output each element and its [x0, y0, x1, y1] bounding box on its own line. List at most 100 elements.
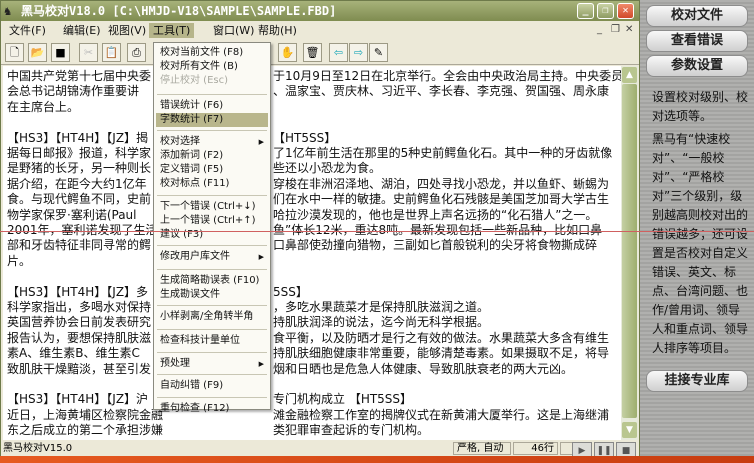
vertical-scrollbar[interactable]: ▲ ▼: [621, 66, 638, 440]
menu-tools[interactable]: 工具(T): [149, 23, 195, 38]
scroll-down-icon[interactable]: ▼: [622, 422, 637, 438]
menu-separator: [157, 94, 267, 95]
scroll-thumb[interactable]: [622, 84, 637, 418]
menu-item[interactable]: 校对选择 ▶: [156, 135, 268, 149]
cut-icon[interactable]: ✂: [79, 43, 98, 62]
menu-item-label: 重句检查 (F12): [160, 403, 230, 414]
print-icon[interactable]: ⎙: [127, 43, 146, 62]
document-line: 【HS3】【HT4H】【JZ】揭 【HT5SS】: [7, 131, 336, 146]
menu-item-label: 错误统计 (F6): [160, 100, 224, 111]
document-line: 东之后成立的第二个承担涉嫌 类犯罪审查起诉的专门机构。: [7, 423, 429, 438]
menu-file[interactable]: 文件(F): [5, 23, 50, 38]
menu-item[interactable]: 校对当前文件 (F8): [156, 46, 268, 60]
line-text-left: 东之后成立的第二个承担涉嫌: [7, 423, 164, 438]
document-line: 会总书记胡锦涛作重要讲 、温家宝、贾庆林、习近平、李长春、李克强、贺国强、周永康: [7, 84, 609, 99]
document-line: 素A、维生素B、维生素C 持肌肤细胞健康非常重要，能够清楚毒素。如果摄取不足，将导: [7, 346, 609, 361]
menu-item-label: 下一个错误 (Ctrl+↓): [160, 201, 256, 212]
menu-item[interactable]: 生成勘误文件: [156, 288, 268, 302]
arrow-right-icon[interactable]: ⇨: [349, 43, 368, 62]
menu-help[interactable]: 帮助(H): [254, 23, 301, 38]
view-errors-button[interactable]: 查看错误: [646, 30, 748, 52]
mdi-restore-icon[interactable]: ❐: [611, 24, 620, 35]
line-text-right: 口鼻部使劲撞向猎物，三副如匕首般锐利的尖牙将食物撕成碎: [273, 238, 598, 253]
menu-item[interactable]: 小样剥离/全角转半角: [156, 310, 268, 324]
line-text-left: 部和牙齿特征非同寻常的鳄: [7, 238, 152, 253]
document-line: 【HS3】【HT4H】【JZ】沪 专门机构成立 【HT5SS】: [7, 392, 412, 407]
menu-item-label: 自动纠错 (F9): [160, 380, 224, 391]
paste-icon[interactable]: 📋: [102, 43, 121, 62]
line-text-right: 食平衡，以及防晒才是行之有效的做法。水果蔬菜大多含有维生: [273, 330, 610, 345]
menu-item-label: 校对标点 (F11): [160, 178, 230, 189]
window-title: 黑马校对V18.0 [C:\HMJD-V18\SAMPLE\SAMPLE.FBD…: [21, 4, 337, 18]
line-text-left: 中国共产党第十七届中央委: [7, 69, 152, 83]
document-line: 科学家指出，多喝水对保持 ，多吃水果蔬菜才是保持肌肤滋润之道。: [7, 300, 489, 315]
menu-item[interactable]: 停止校对 (Esc): [156, 74, 268, 88]
proofread-file-button[interactable]: 校对文件: [646, 5, 748, 27]
menu-bar: 文件(F) 编辑(E) 视图(V) 工具(T) 窗口(W) 帮助(H) _ ❐ …: [1, 21, 639, 39]
mdi-close-icon[interactable]: ✕: [625, 24, 633, 35]
submenu-arrow-icon: ▶: [258, 138, 264, 146]
scroll-up-icon[interactable]: ▲: [622, 67, 637, 83]
menu-item-label: 字数统计 (F7): [160, 114, 224, 125]
hand-icon[interactable]: ✋: [278, 43, 297, 62]
save-icon[interactable]: ■: [51, 43, 70, 62]
restore-button[interactable]: ❐: [597, 3, 614, 19]
minimize-button[interactable]: _: [577, 3, 594, 19]
mdi-minimize-icon[interactable]: _: [597, 24, 602, 35]
help-panel: 校对文件 查看错误 参数设置 设置校对级别、校对选项等。 黑马有“快速校对”、“…: [640, 0, 754, 456]
menu-item[interactable]: 字数统计 (F7): [156, 113, 268, 127]
line-text-right: 持肌肤润泽的说法，迄今尚无科学根据。: [273, 315, 490, 330]
line-text-left: 在主席台上。: [7, 99, 80, 114]
attach-library-button[interactable]: 挂接专业库: [646, 370, 748, 392]
menu-item[interactable]: 修改用户库文件 ▶: [156, 250, 268, 264]
menu-item[interactable]: 检查科技计量单位: [156, 334, 268, 348]
submenu-arrow-icon: ▶: [258, 253, 264, 261]
menu-item[interactable]: 自动纠错 (F9): [156, 379, 268, 393]
menu-separator: [157, 305, 267, 306]
menu-item-label: 检查科技计量单位: [160, 335, 240, 346]
trash-icon[interactable]: 🗑: [303, 43, 322, 62]
menu-separator: [157, 397, 267, 398]
menu-item-label: 小样剥离/全角转半角: [160, 311, 254, 322]
line-text-left: 据介绍，在距今大约1亿年: [7, 176, 147, 191]
menu-item-label: 修改用户库文件: [160, 251, 230, 262]
toolbar: 🗋 📂 ■ ✂ 📋 ⎙ ✋ 🗑 ⇦ ⇨ ✎: [1, 41, 639, 65]
line-text-left: 报告认为，要想保持肌肤滋: [7, 330, 152, 345]
new-file-icon[interactable]: 🗋: [5, 43, 24, 62]
menu-edit[interactable]: 编辑(E): [59, 23, 105, 38]
menu-item[interactable]: 错误统计 (F6): [156, 99, 268, 113]
menu-item-label: 定义错词 (F5): [160, 164, 224, 175]
arrow-left-icon[interactable]: ⇦: [329, 43, 348, 62]
document-line: 食。与现代鳄鱼不同，史前 们在水中一样的敏捷。史前鳄鱼化石残骸是美国芝加哥大学古生: [7, 192, 609, 207]
menu-item[interactable]: 下一个错误 (Ctrl+↓): [156, 200, 268, 214]
line-text-left: 致肌肤干燥黯淡，甚至引发: [7, 361, 152, 376]
panel-detail: 黑马有“快速校对”、“一般校对”、“严格校对”三个级别，级别越高则校对出的错误越…: [652, 132, 749, 355]
menu-item[interactable]: 添加新词 (F2): [156, 149, 268, 163]
open-file-icon[interactable]: 📂: [28, 43, 47, 62]
menu-separator: [157, 269, 267, 270]
menu-item[interactable]: 重句检查 (F12): [156, 402, 268, 416]
menu-item[interactable]: 校对所有文件 (B): [156, 60, 268, 74]
menu-window[interactable]: 窗口(W): [209, 23, 258, 38]
menu-item[interactable]: 生成简略勘误表 (F10): [156, 274, 268, 288]
line-text-right: 【HT5SS】: [273, 130, 337, 145]
menu-item[interactable]: 校对标点 (F11): [156, 177, 268, 191]
pencil-icon[interactable]: ✎: [369, 43, 388, 62]
menu-item[interactable]: 上一个错误 (Ctrl+↑): [156, 214, 268, 228]
menu-item[interactable]: 预处理 ▶: [156, 357, 268, 371]
document-editor[interactable]: 中国共产党第十七届中央委 于10月9日至12日在北京举行。全会由中央政治局主持。中…: [3, 66, 621, 440]
settings-button[interactable]: 参数设置: [646, 55, 748, 77]
close-button[interactable]: ✕: [617, 3, 634, 19]
menu-item-label: 生成简略勘误表 (F10): [160, 275, 260, 286]
line-text-right: 烟和日晒也是危急人体健康、导致肌肤衰老的两大元凶。: [273, 361, 574, 376]
menu-separator: [157, 130, 267, 131]
menu-separator: [157, 374, 267, 375]
menu-view[interactable]: 视图(V): [104, 23, 150, 38]
line-text-left: 会总书记胡锦涛作重要讲: [7, 84, 140, 99]
document-line: 据介绍，在距今大约1亿年 穿梭在非洲沼泽地、湖泊，四处寻找小恐龙，并以鱼虾、蜥蜴为: [7, 176, 609, 192]
document-line: 在主席台上。: [7, 100, 79, 115]
document-line: 中国共产党第十七届中央委 于10月9日至12日在北京举行。全会由中央政治局主持。中…: [7, 69, 621, 84]
status-line-count: 46行: [513, 442, 558, 455]
menu-item[interactable]: 定义错词 (F5): [156, 163, 268, 177]
taskbar-strip: [0, 456, 754, 463]
